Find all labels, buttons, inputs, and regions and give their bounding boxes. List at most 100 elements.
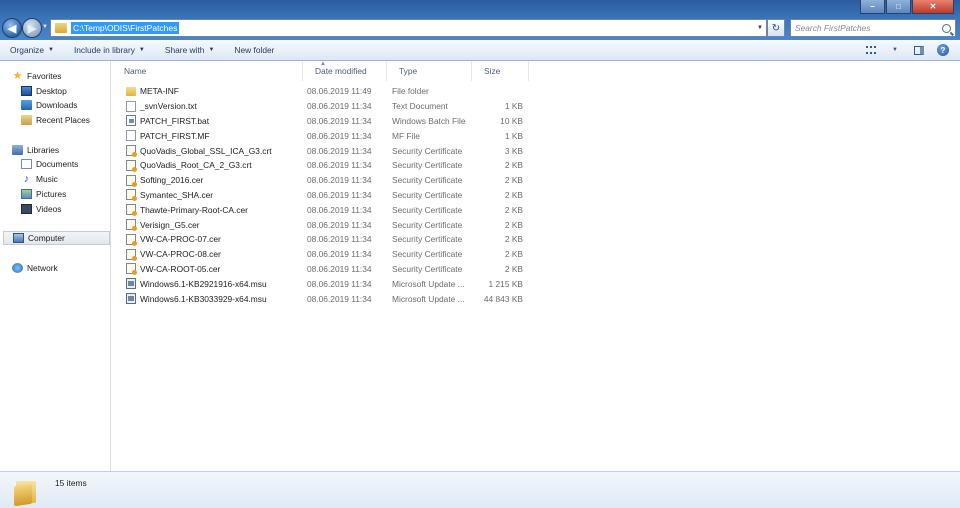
nav-item-pictures[interactable]: Pictures xyxy=(21,187,110,201)
file-type: Security Certificate xyxy=(392,145,463,156)
file-date: 08.06.2019 11:34 xyxy=(307,263,372,274)
batch-file-icon xyxy=(126,115,136,127)
file-size: 44 843 KB xyxy=(483,293,523,304)
file-size: 1 215 KB xyxy=(488,278,523,289)
certificate-icon xyxy=(126,159,137,172)
certificate-icon xyxy=(126,233,137,246)
file-size: 2 KB xyxy=(504,219,523,230)
file-size: 1 KB xyxy=(504,101,523,112)
downloads-icon xyxy=(21,100,32,110)
chevron-down-icon: ▼ xyxy=(47,47,54,53)
nav-item-favorites[interactable]: ★ Favorites xyxy=(12,69,110,83)
file-date: 08.06.2019 11:34 xyxy=(307,115,372,126)
file-type: Windows Batch File xyxy=(392,115,466,126)
column-header: ▲ Name Date modified Type Size xyxy=(112,61,960,81)
nav-item-libraries[interactable]: Libraries xyxy=(12,143,110,157)
pictures-icon xyxy=(21,189,32,199)
nav-label: Desktop xyxy=(36,86,67,96)
file-date: 08.06.2019 11:34 xyxy=(307,219,372,230)
file-size: 2 KB xyxy=(504,263,523,274)
help-icon: ? xyxy=(937,44,949,56)
forward-arrow-icon: ▶ xyxy=(27,22,37,35)
include-in-library-label: Include in library xyxy=(73,45,135,55)
search-input[interactable]: Search FirstPatches xyxy=(790,19,956,37)
search-placeholder: Search FirstPatches xyxy=(795,23,871,33)
include-in-library-button[interactable]: Include in library ▼ xyxy=(64,40,155,60)
file-date: 08.06.2019 11:34 xyxy=(307,101,372,112)
preview-pane-button[interactable] xyxy=(912,44,926,56)
chevron-down-icon: ▼ xyxy=(208,47,215,53)
column-date-label: Date modified xyxy=(315,66,367,76)
file-type: Microsoft Update ... xyxy=(392,278,465,289)
file-type: Security Certificate xyxy=(392,189,463,200)
nav-label: Documents xyxy=(36,159,79,169)
nav-item-desktop[interactable]: Desktop xyxy=(21,84,110,98)
nav-item-computer[interactable]: Computer xyxy=(3,231,110,245)
nav-item-recent-places[interactable]: Recent Places xyxy=(21,113,110,127)
file-size: 2 KB xyxy=(504,204,523,215)
network-icon xyxy=(12,263,23,273)
file-size: 3 KB xyxy=(504,145,523,156)
more-views-button[interactable]: ▼ xyxy=(888,44,902,56)
file-date: 08.06.2019 11:34 xyxy=(307,175,372,186)
views-icon xyxy=(866,46,876,54)
share-with-button[interactable]: Share with ▼ xyxy=(155,40,225,60)
details-pane: 15 items xyxy=(0,471,960,508)
file-size: 1 KB xyxy=(504,130,523,141)
change-view-button[interactable] xyxy=(864,44,878,56)
nav-item-music[interactable]: ♪ Music xyxy=(21,172,110,186)
recent-pages-dropdown-icon[interactable]: ▼ xyxy=(42,24,48,30)
file-name: Softing_2016.cer xyxy=(140,175,204,186)
address-bar[interactable]: C:\Temp\ODIS\FirstPatches ▼ xyxy=(50,19,767,37)
computer-icon xyxy=(13,233,24,243)
certificate-icon xyxy=(126,145,137,158)
music-icon: ♪ xyxy=(23,173,30,185)
minimize-button[interactable]: – xyxy=(860,0,885,14)
nav-item-network[interactable]: Network xyxy=(12,261,110,275)
chevron-down-icon[interactable]: ▼ xyxy=(754,25,766,31)
nav-label: Recent Places xyxy=(36,115,90,125)
file-date: 08.06.2019 11:34 xyxy=(307,189,372,200)
nav-label: Computer xyxy=(28,233,65,243)
file-name: Symantec_SHA.cer xyxy=(140,189,214,200)
forward-button[interactable]: ▶ xyxy=(22,18,42,38)
file-size: 2 KB xyxy=(504,160,523,171)
search-icon[interactable] xyxy=(942,23,951,33)
file-name: Thawte-Primary-Root-CA.cer xyxy=(140,204,248,215)
nav-item-documents[interactable]: Documents xyxy=(21,157,110,171)
refresh-icon: ↻ xyxy=(771,22,781,34)
back-arrow-icon: ◀ xyxy=(7,22,17,35)
file-type: Text Document xyxy=(392,101,448,112)
column-size[interactable]: Size xyxy=(472,61,529,81)
nav-item-videos[interactable]: Videos xyxy=(21,202,110,216)
refresh-button[interactable]: ↻ xyxy=(767,19,785,37)
help-button[interactable]: ? xyxy=(936,44,950,56)
file-name: VW-CA-ROOT-05.cer xyxy=(140,263,221,274)
nav-label: Libraries xyxy=(27,145,60,155)
close-button[interactable]: ✕ xyxy=(912,0,954,14)
back-button[interactable]: ◀ xyxy=(2,18,22,38)
star-icon: ★ xyxy=(12,70,23,82)
file-name: Windows6.1-KB3033929-x64.msu xyxy=(140,293,267,304)
file-date: 08.06.2019 11:34 xyxy=(307,278,372,289)
file-name: Windows6.1-KB2921916-x64.msu xyxy=(140,278,267,289)
nav-item-downloads[interactable]: Downloads xyxy=(21,98,110,112)
column-size-label: Size xyxy=(484,66,501,76)
command-bar: Organize ▼ Include in library ▼ Share with… xyxy=(0,40,960,61)
maximize-button[interactable]: □ xyxy=(886,0,911,14)
nav-label: Pictures xyxy=(36,189,67,199)
column-name[interactable]: Name xyxy=(112,61,303,81)
address-path[interactable]: C:\Temp\ODIS\FirstPatches xyxy=(71,22,180,34)
title-bar: – □ ✕ ◀ ▶ ▼ C:\Temp\ODIS\FirstPatches ▼ … xyxy=(0,0,960,40)
file-date: 08.06.2019 11:34 xyxy=(307,130,372,141)
libraries-icon xyxy=(12,145,23,155)
file-name: META-INF xyxy=(140,86,179,97)
file-name: _svnVersion.txt xyxy=(140,101,197,112)
new-folder-button[interactable]: New folder xyxy=(224,40,284,60)
column-type[interactable]: Type xyxy=(387,61,472,81)
videos-icon xyxy=(21,204,32,214)
organize-button[interactable]: Organize ▼ xyxy=(0,40,64,60)
folder-icon xyxy=(14,477,38,507)
column-date-modified[interactable]: Date modified xyxy=(303,61,387,81)
organize-label: Organize xyxy=(10,45,44,55)
